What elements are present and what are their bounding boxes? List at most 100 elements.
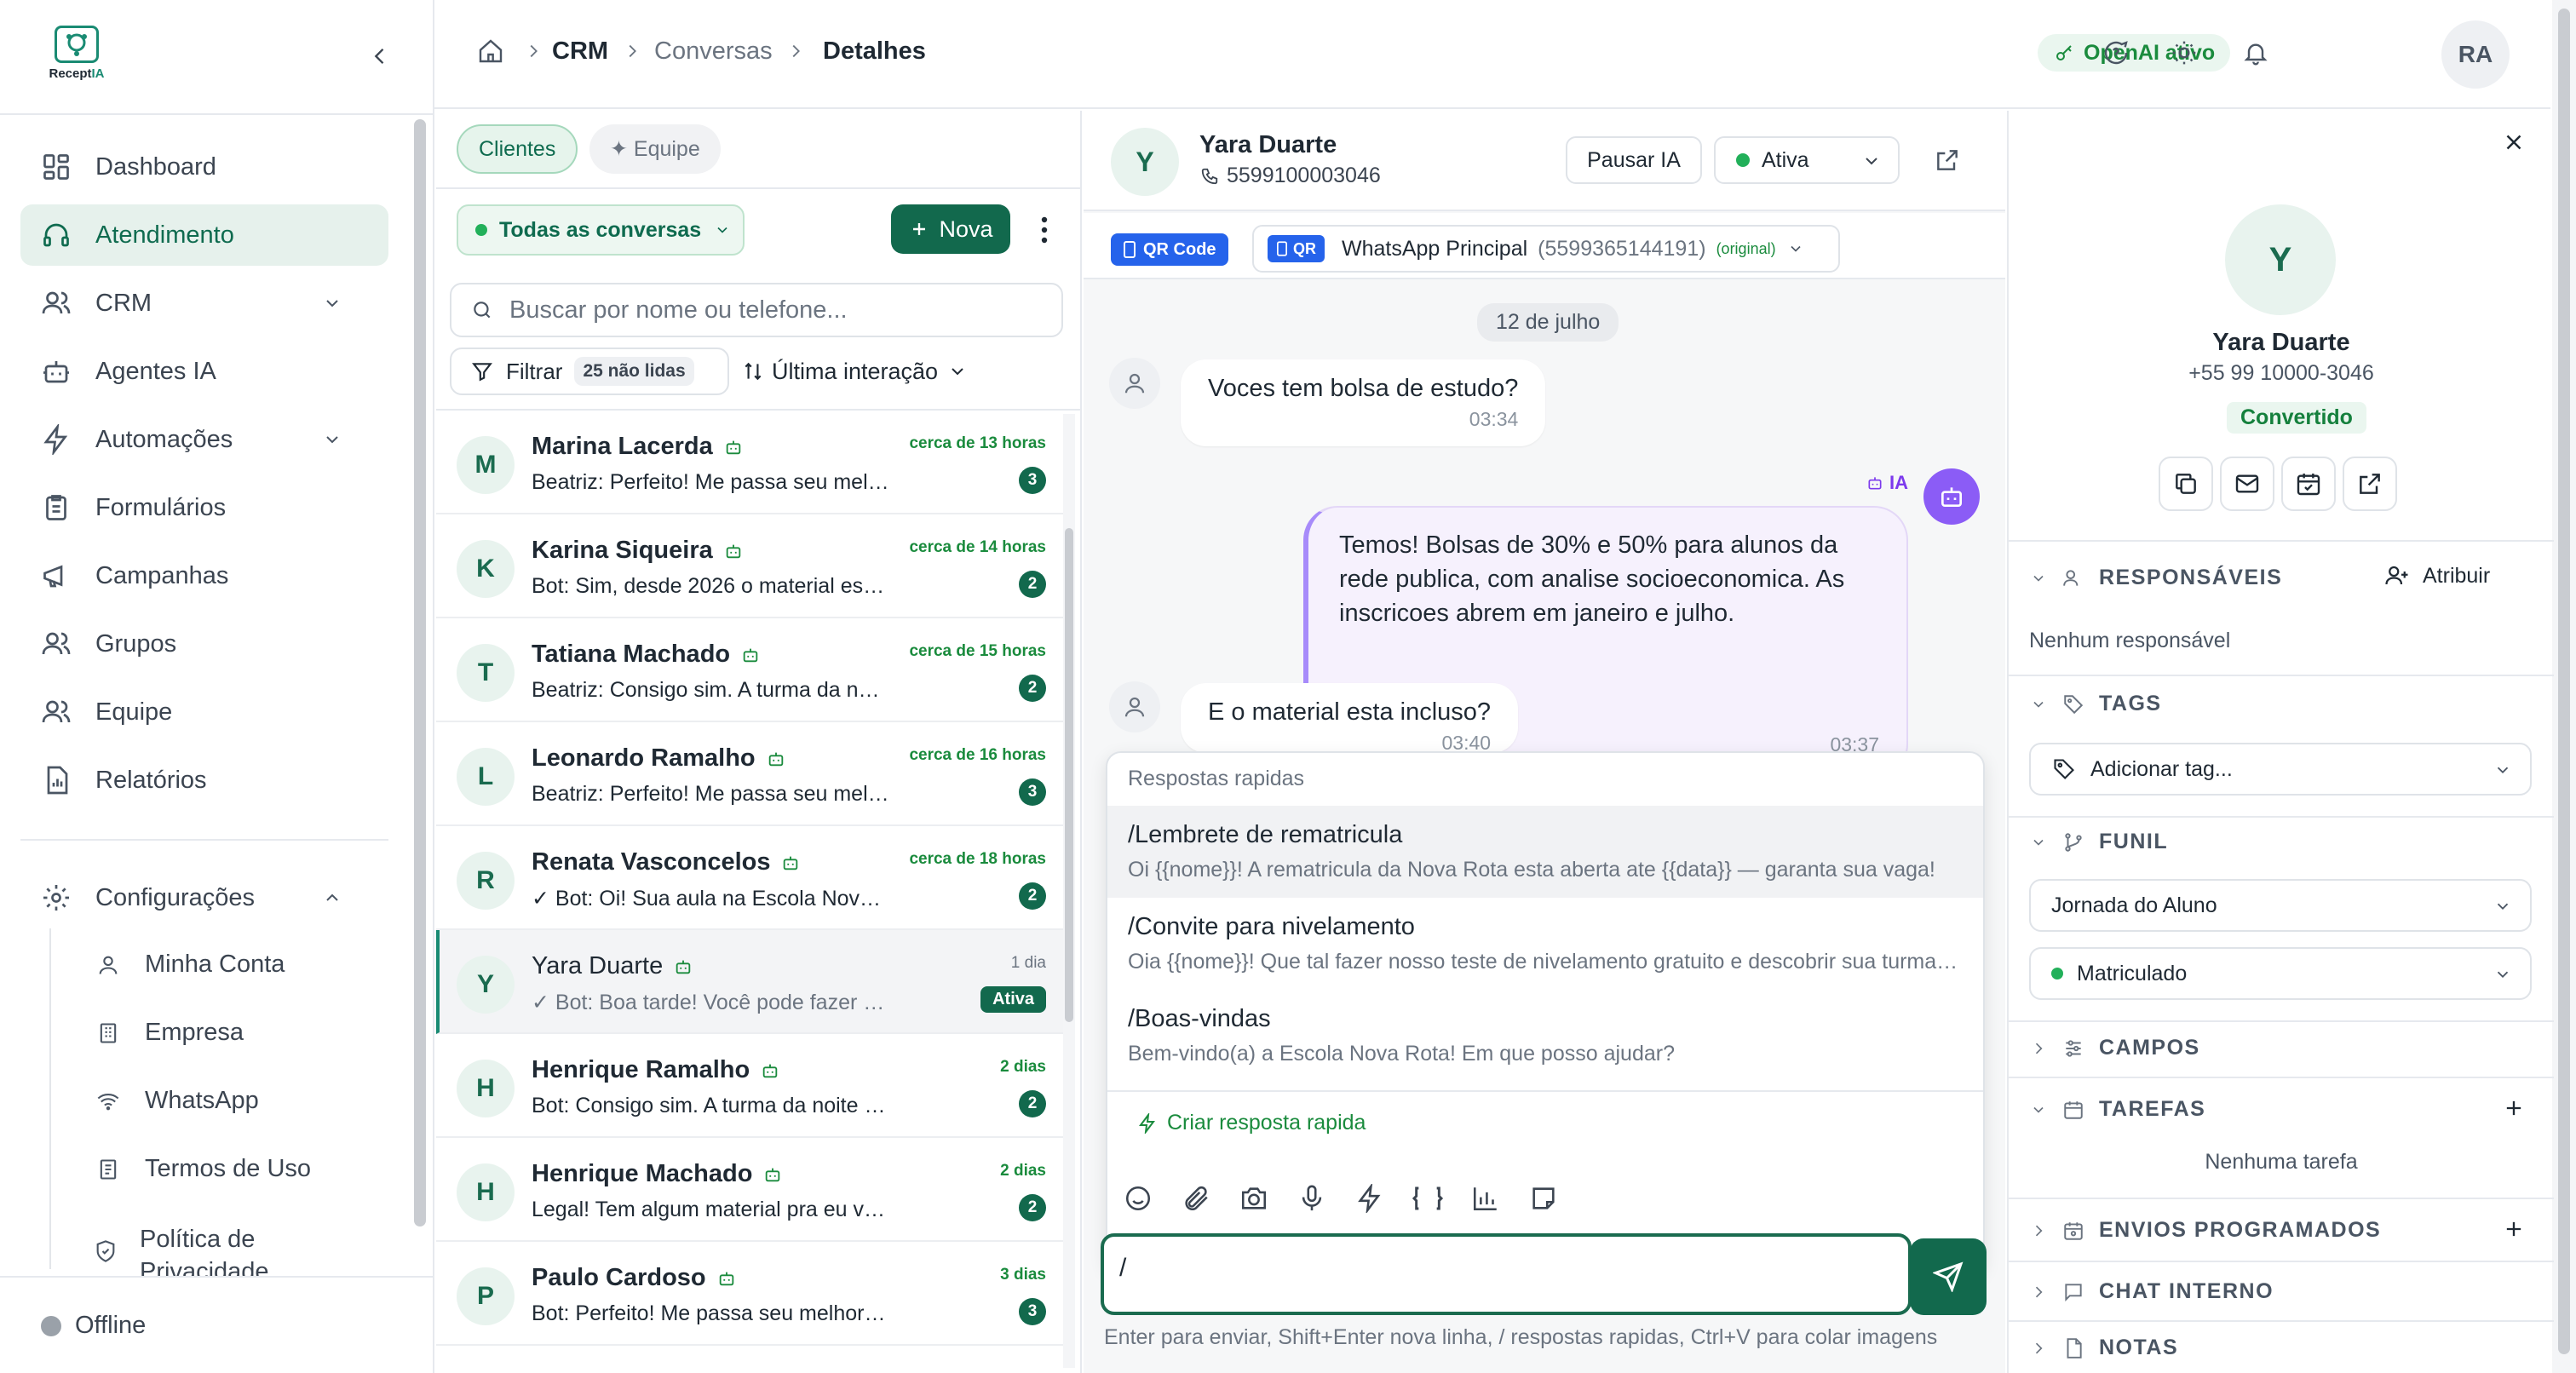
braces-icon[interactable] (1411, 1181, 1445, 1215)
page-scrollbar[interactable] (2552, 0, 2576, 1373)
status-label[interactable]: Offline (75, 1312, 146, 1340)
home-icon[interactable] (475, 36, 506, 66)
section-responsaveis[interactable]: RESPONSÁVEIS (2029, 566, 2282, 590)
conversation-item[interactable]: M Marina Lacerda Beatriz: Perfeito! Me p… (436, 411, 1072, 514)
external-link-icon[interactable] (1932, 145, 1963, 175)
assign-button[interactable]: Atribuir (2383, 562, 2490, 589)
tab-equipe[interactable]: ✦ Equipe (589, 124, 721, 174)
camera-icon[interactable] (1237, 1181, 1271, 1215)
subnav-empresa[interactable]: Empresa (94, 1019, 244, 1048)
message-composer[interactable]: / (1101, 1233, 1912, 1315)
subnav-whatsapp[interactable]: WhatsApp (94, 1087, 259, 1116)
sticky-note-icon[interactable] (1527, 1181, 1561, 1215)
section-funil[interactable]: FUNIL (2029, 830, 2168, 854)
nav-relatorios[interactable]: Relatórios (20, 750, 388, 811)
user-avatar[interactable]: RA (2441, 20, 2510, 89)
channel-name: WhatsApp Principal (1342, 236, 1528, 261)
email-button[interactable] (2220, 457, 2274, 511)
quick-reply-item[interactable]: /Convite para nivelamento Oia {{nome}}! … (1107, 898, 1983, 990)
conversation-filter-dropdown[interactable]: Todas as conversas (457, 204, 745, 256)
add-tag-dropdown[interactable]: Adicionar tag... (2029, 743, 2532, 796)
divider (2009, 1020, 2554, 1022)
conversation-item[interactable]: K Karina Siqueira Bot: Sim, desde 2026 o… (436, 514, 1072, 618)
paperclip-icon[interactable] (1179, 1181, 1213, 1215)
conversation-item[interactable]: T Tatiana Machado Beatriz: Consigo sim. … (436, 618, 1072, 722)
tab-clientes[interactable]: Clientes (457, 124, 578, 174)
conversation-item[interactable]: H Henrique Machado Legal! Tem algum mate… (436, 1138, 1072, 1242)
sort-dropdown[interactable]: Última interação (741, 348, 975, 395)
list-scrollbar[interactable] (1063, 414, 1075, 1368)
user-icon (1124, 697, 1145, 717)
add-scheduled-icon[interactable] (2501, 1216, 2527, 1242)
nav-configuracoes[interactable]: Configurações (20, 867, 388, 928)
scrollbar-thumb[interactable] (1065, 528, 1073, 1022)
add-task-icon[interactable] (2501, 1095, 2527, 1121)
nav-equipe[interactable]: Equipe (20, 681, 388, 743)
sidebar-scrollbar[interactable] (414, 119, 426, 1227)
calendar-icon (2297, 474, 2320, 496)
note-icon (2061, 1336, 2085, 1360)
emoji-icon[interactable] (1121, 1181, 1155, 1215)
send-button[interactable] (1910, 1238, 1987, 1315)
funnel-dropdown[interactable]: Jornada do Aluno (2029, 879, 2532, 932)
section-envios-programados[interactable]: ENVIOS PROGRAMADOS (2029, 1218, 2381, 1243)
quick-reply-description: Oi {{nome}}! A rematricula da Nova Rota … (1128, 858, 1935, 882)
more-vertical-icon[interactable] (1027, 211, 1061, 249)
copy-button[interactable] (2159, 457, 2213, 511)
section-chat-interno[interactable]: CHAT INTERNO (2029, 1279, 2274, 1304)
chevron-down-icon[interactable] (320, 291, 344, 315)
scrollbar-thumb[interactable] (2558, 9, 2570, 1354)
chart-icon[interactable] (1469, 1181, 1503, 1215)
conversation-item-selected[interactable]: Y Yara Duarte ✓ Bot: Boa tarde! Você pod… (436, 930, 1072, 1034)
conversation-item[interactable]: R Renata Vasconcelos ✓ Bot: Oi! Sua aula… (436, 826, 1072, 930)
sun-icon[interactable] (2169, 37, 2199, 68)
section-campos[interactable]: CAMPOS (2029, 1036, 2200, 1060)
nav-grupos[interactable]: Grupos (20, 613, 388, 675)
contact-avatar: H (457, 1163, 515, 1221)
quick-reply-item[interactable]: /Boas-vindas Bem-vindo(a) a Escola Nova … (1107, 990, 1983, 1082)
new-conversation-button[interactable]: Nova (891, 204, 1010, 254)
stage-dropdown[interactable]: Matriculado (2029, 947, 2532, 1000)
section-tarefas[interactable]: TAREFAS (2029, 1097, 2205, 1122)
channel-selector-dropdown[interactable]: QR WhatsApp Principal (5599365144191) (o… (1252, 225, 1840, 273)
filter-button[interactable]: Filtrar 25 não lidas (450, 348, 729, 395)
app-logo[interactable]: ReceptIA (44, 26, 109, 89)
quick-reply-item[interactable]: /Lembrete de rematricula Oi {{nome}}! A … (1107, 806, 1983, 898)
close-icon[interactable] (2499, 128, 2528, 157)
section-tags[interactable]: TAGS (2029, 692, 2162, 716)
section-notas[interactable]: NOTAS (2029, 1336, 2178, 1360)
conversation-item[interactable]: P Paulo Cardoso Bot: Perfeito! Me passa … (436, 1242, 1072, 1346)
nav-formularios[interactable]: Formulários (20, 477, 388, 538)
subnav-termos[interactable]: Termos de Uso (94, 1155, 311, 1184)
microphone-icon[interactable] (1295, 1181, 1329, 1215)
schedule-button[interactable] (2281, 457, 2336, 511)
subnav-minha-conta[interactable]: Minha Conta (94, 951, 285, 979)
open-profile-button[interactable] (2343, 457, 2397, 511)
search-input[interactable] (509, 296, 1021, 325)
conversation-item[interactable]: H Henrique Ramalho Bot: Consigo sim. A t… (436, 1034, 1072, 1138)
pause-ai-button[interactable]: Pausar IA (1566, 136, 1702, 184)
nav-campanhas[interactable]: Campanhas (20, 545, 388, 606)
collapse-sidebar-icon[interactable] (365, 41, 395, 72)
bell-icon[interactable] (2240, 37, 2271, 68)
nav-automacoes[interactable]: Automações (20, 409, 388, 470)
chevron-down-icon[interactable] (320, 428, 344, 451)
openai-status-badge[interactable]: OpenAI ativo (2038, 34, 2231, 72)
conversation-item[interactable]: L Leonardo Ramalho Beatriz: Perfeito! Me… (436, 722, 1072, 826)
breadcrumb-crm[interactable]: CRM (552, 37, 608, 66)
chevron-down-icon (1786, 239, 1805, 258)
nav-dashboard[interactable]: Dashboard (20, 136, 388, 198)
create-quick-reply-button[interactable]: Criar resposta rapida (1136, 1111, 1366, 1135)
qr-code-badge[interactable]: QR Code (1111, 233, 1228, 266)
nav-crm[interactable]: CRM (20, 273, 388, 334)
chevron-up-icon[interactable] (320, 886, 344, 910)
breadcrumb-conversas[interactable]: Conversas (654, 37, 773, 66)
message-input[interactable]: / (1119, 1254, 1886, 1296)
nav-atendimento[interactable]: Atendimento (20, 204, 388, 266)
help-icon[interactable] (2101, 37, 2131, 68)
nav-agentes-ia[interactable]: Agentes IA (20, 341, 388, 402)
zap-icon[interactable] (1353, 1181, 1387, 1215)
conversation-status-dropdown[interactable]: Ativa (1714, 136, 1900, 184)
search-field[interactable] (450, 283, 1063, 337)
ai-message-tag: IA (1866, 472, 1908, 494)
